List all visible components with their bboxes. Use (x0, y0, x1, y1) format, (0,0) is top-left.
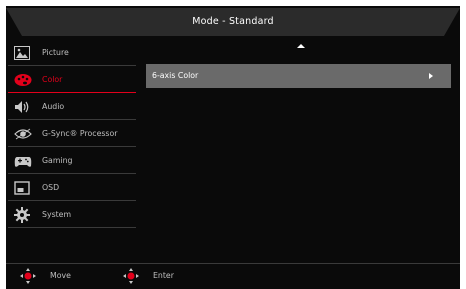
footer-hints: Move Enter (6, 263, 460, 289)
sidebar-item-label: System (42, 210, 72, 219)
sidebar-item-osd[interactable]: OSD (8, 175, 136, 201)
sidebar-item-label: OSD (42, 183, 60, 192)
header-bar: Mode - Standard (6, 8, 460, 36)
joystick-enter-icon (123, 268, 139, 284)
sidebar-item-label: Gaming (42, 156, 73, 165)
move-hint-label: Move (50, 271, 71, 280)
menu-row-6-axis-color[interactable]: 6-axis Color (146, 64, 451, 88)
color-palette-icon (14, 72, 32, 86)
chevron-right-icon (429, 73, 433, 79)
sidebar-item-label: G-Sync® Processor (42, 129, 118, 138)
gamepad-icon (14, 153, 32, 167)
sidebar-item-audio[interactable]: Audio (8, 94, 136, 120)
osd-screen-icon (14, 180, 30, 195)
sidebar-item-label: Picture (42, 48, 69, 57)
g-sync-eye-icon (14, 126, 32, 140)
sidebar-item-label: Color (42, 75, 63, 84)
main-panel: 6-axis Color (144, 36, 460, 258)
enter-hint-label: Enter (153, 271, 174, 280)
sidebar-item-color[interactable]: Color (8, 67, 136, 93)
speaker-icon (14, 99, 30, 113)
sidebar-item-gaming[interactable]: Gaming (8, 148, 136, 174)
menu-row-label: 6-axis Color (152, 71, 199, 80)
sidebar-item-label: Audio (42, 102, 65, 111)
up-arrow-icon[interactable] (297, 44, 305, 48)
sidebar-item-g-sync-processor[interactable]: G-Sync® Processor (8, 121, 136, 147)
joystick-move-icon (20, 268, 36, 284)
sidebar: Picture Color Audio G-Sync® Processor Ga… (6, 36, 136, 258)
mode-title: Mode - Standard (192, 16, 274, 27)
sidebar-item-picture[interactable]: Picture (8, 40, 136, 66)
osd-menu: Mode - Standard Picture Color Audio G-Sy… (6, 6, 460, 289)
sidebar-item-system[interactable]: System (8, 202, 136, 228)
gear-icon (14, 207, 30, 223)
picture-icon (14, 45, 30, 60)
